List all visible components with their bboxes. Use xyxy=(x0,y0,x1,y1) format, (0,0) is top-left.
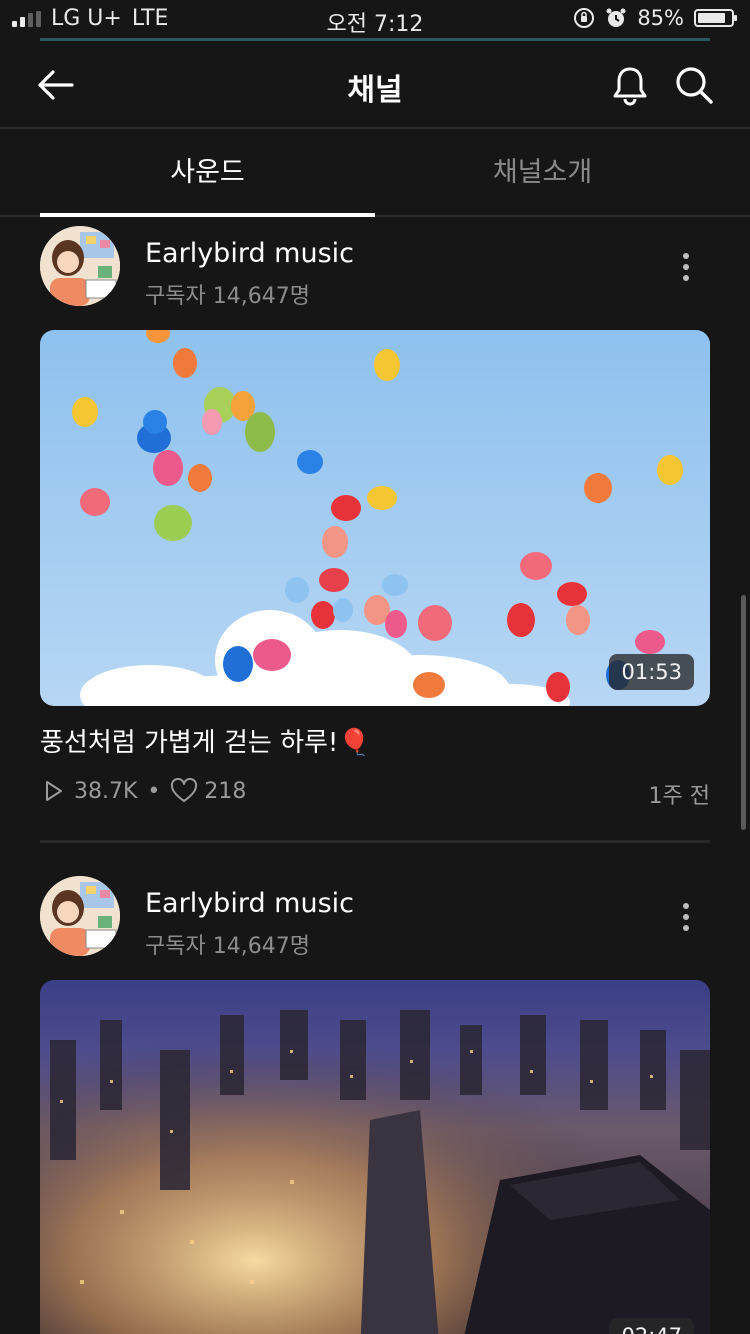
post-divider xyxy=(40,840,710,843)
video-thumbnail[interactable]: 02:47 xyxy=(40,980,710,1334)
post-time: 1주 전 xyxy=(648,784,710,809)
avatar[interactable] xyxy=(40,226,120,306)
search-icon xyxy=(676,67,713,104)
orientation-lock-icon xyxy=(574,8,595,28)
more-options-button[interactable] xyxy=(670,892,702,942)
more-dot xyxy=(683,275,689,281)
battery-percent: 85% xyxy=(637,6,684,30)
city-night-image xyxy=(40,980,710,1334)
bell-icon xyxy=(613,67,647,106)
more-dot xyxy=(683,264,689,270)
heart-icon[interactable] xyxy=(170,778,198,804)
active-tab-indicator xyxy=(40,213,375,217)
video-duration: 02:47 xyxy=(609,1318,694,1334)
channel-screen: LG U+ LTE 오전 7:12 85% 채널 사운드 채널소개 Earlyb… xyxy=(0,0,750,1334)
battery-fill xyxy=(698,13,726,23)
search-button[interactable] xyxy=(672,63,716,107)
app-header: 채널 xyxy=(0,41,750,129)
more-dot xyxy=(683,253,689,259)
video-thumbnail[interactable]: 01:53 xyxy=(40,330,710,706)
status-right: 85% xyxy=(573,6,737,30)
stats-separator: • xyxy=(147,778,161,804)
play-count: 38.7K xyxy=(74,778,138,804)
tab-channel-intro[interactable]: 채널소개 xyxy=(375,130,710,217)
scrollbar[interactable] xyxy=(741,595,746,830)
channel-name[interactable]: Earlybird music xyxy=(145,238,354,269)
subscriber-count: 구독자 14,647명 xyxy=(145,284,310,309)
subscriber-count: 구독자 14,647명 xyxy=(145,934,310,959)
avatar-illustration xyxy=(40,876,120,956)
post-title[interactable]: 풍선처럼 가볍게 걷는 하루!🎈 xyxy=(40,722,371,759)
more-dot xyxy=(683,914,689,920)
post-stats: 38.7K • 218 xyxy=(40,778,246,804)
like-count: 218 xyxy=(204,778,247,804)
status-bar: LG U+ LTE 오전 7:12 85% xyxy=(0,0,750,40)
battery-icon xyxy=(694,9,737,27)
more-dot xyxy=(683,925,689,931)
more-dot xyxy=(683,903,689,909)
more-options-button[interactable] xyxy=(670,242,702,292)
avatar-illustration xyxy=(40,226,120,306)
tab-sound[interactable]: 사운드 xyxy=(40,130,375,217)
notification-button[interactable] xyxy=(608,63,652,107)
avatar[interactable] xyxy=(40,876,120,956)
tab-bar: 사운드 채널소개 xyxy=(0,130,750,217)
balloons-image xyxy=(40,330,710,706)
video-duration: 01:53 xyxy=(609,654,694,690)
channel-name[interactable]: Earlybird music xyxy=(145,888,354,919)
play-icon xyxy=(46,781,62,801)
alarm-icon xyxy=(606,8,626,27)
